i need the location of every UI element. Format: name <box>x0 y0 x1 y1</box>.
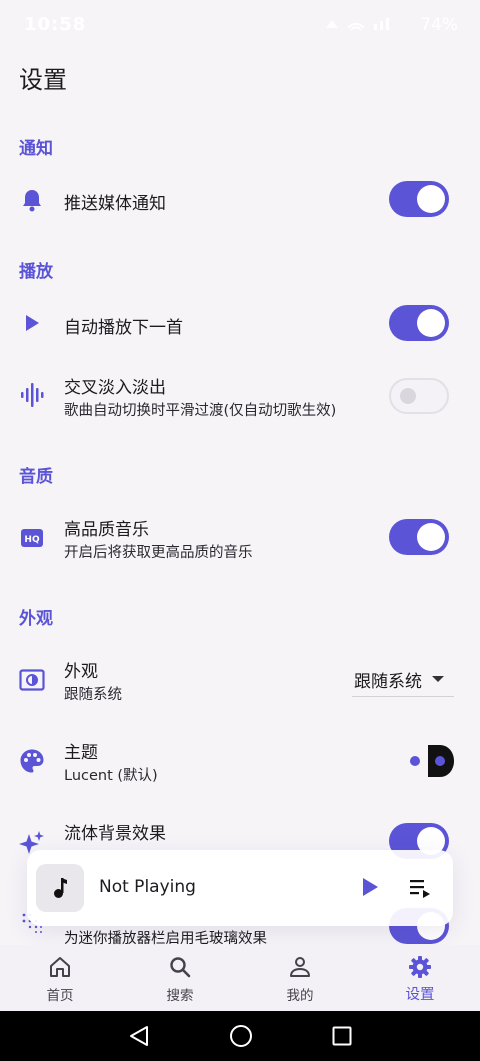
setting-autoplay-next[interactable]: 自动播放下一首 <box>0 304 480 344</box>
section-title-quality: 音质 <box>19 467 53 487</box>
waveform-icon <box>19 382 45 408</box>
autoplay-next-toggle[interactable] <box>389 305 449 341</box>
mini-player-title: Not Playing <box>99 877 196 897</box>
section-title-appearance: 外观 <box>19 609 53 629</box>
home-circle-icon[interactable] <box>229 1024 253 1048</box>
status-bar: 10:58 74% <box>0 0 480 52</box>
bottom-navigation: 首页 搜索 我的 设置 <box>0 945 480 1011</box>
status-time: 10:58 <box>24 14 87 35</box>
play-icon <box>19 310 45 336</box>
nav-item-search[interactable]: 搜索 <box>120 945 240 1011</box>
bell-icon <box>19 187 45 213</box>
status-icons <box>324 14 394 38</box>
setting-title: 高品质音乐 <box>64 520 149 540</box>
setting-title: 交叉淡入淡出 <box>64 378 166 398</box>
appearance-select-value: 跟随系统 <box>354 672 422 692</box>
nav-item-mine[interactable]: 我的 <box>240 945 360 1011</box>
nav-label: 我的 <box>286 988 314 1004</box>
nav-label: 设置 <box>405 987 435 1003</box>
push-notification-toggle[interactable] <box>389 181 449 217</box>
battery-level: 74% <box>420 15 458 35</box>
theme-color-dot <box>410 756 420 766</box>
play-button[interactable] <box>361 877 379 901</box>
high-quality-toggle[interactable] <box>389 519 449 555</box>
search-icon <box>170 957 191 978</box>
system-navigation-bar <box>0 1011 480 1061</box>
home-icon <box>50 957 70 977</box>
setting-subtitle: Lucent (默认) <box>64 768 158 784</box>
music-note-icon <box>54 878 67 898</box>
setting-title: 流体背景效果 <box>64 824 166 844</box>
setting-crossfade[interactable]: 交叉淡入淡出 歌曲自动切换时平滑过渡(仅自动切歌生效) <box>0 372 480 422</box>
setting-title: 外观 <box>64 662 98 682</box>
setting-subtitle: 跟随系统 <box>64 687 122 703</box>
nav-item-home[interactable]: 首页 <box>0 945 120 1011</box>
appearance-select[interactable]: 跟随系统 <box>352 662 454 697</box>
toggle-knob <box>417 309 445 337</box>
setting-push-notification[interactable]: 推送媒体通知 <box>0 180 480 220</box>
gear-icon <box>409 956 431 978</box>
play-icon <box>363 878 378 896</box>
setting-title: 推送媒体通知 <box>64 194 166 214</box>
nav-label: 首页 <box>46 988 74 1004</box>
dropdown-arrow-icon <box>432 676 444 682</box>
mini-player[interactable]: Not Playing <box>27 850 453 926</box>
recents-icon[interactable] <box>332 1026 352 1046</box>
back-icon[interactable] <box>128 1025 150 1047</box>
setting-title: 自动播放下一首 <box>64 318 183 338</box>
toggle-knob <box>400 388 416 404</box>
queue-button[interactable] <box>409 878 431 902</box>
svg-text:HQ: HQ <box>24 535 40 545</box>
toggle-knob <box>417 523 445 551</box>
theme-logo-icon[interactable] <box>428 745 454 777</box>
album-art <box>36 864 84 912</box>
crossfade-toggle[interactable] <box>389 378 449 414</box>
section-title-playback: 播放 <box>19 262 53 282</box>
page-title: 设置 <box>19 66 67 94</box>
setting-subtitle: 歌曲自动切换时平滑过渡(仅自动切歌生效) <box>64 403 337 419</box>
hq-icon: HQ <box>19 525 45 551</box>
nav-item-settings[interactable]: 设置 <box>360 945 480 1011</box>
nav-label: 搜索 <box>166 988 194 1004</box>
setting-subtitle: 开启后将获取更高品质的音乐 <box>64 545 253 561</box>
brightness-icon <box>19 667 45 693</box>
setting-title: 主题 <box>64 743 98 763</box>
toggle-knob <box>417 185 445 213</box>
setting-theme[interactable]: 主题 Lucent (默认) <box>0 737 480 787</box>
setting-high-quality[interactable]: HQ 高品质音乐 开启后将获取更高品质的音乐 <box>0 514 480 564</box>
section-title-notify: 通知 <box>19 139 53 159</box>
person-icon <box>290 957 310 977</box>
palette-icon <box>19 748 45 774</box>
signal-wifi-icon <box>326 18 389 31</box>
queue-icon <box>410 880 430 898</box>
